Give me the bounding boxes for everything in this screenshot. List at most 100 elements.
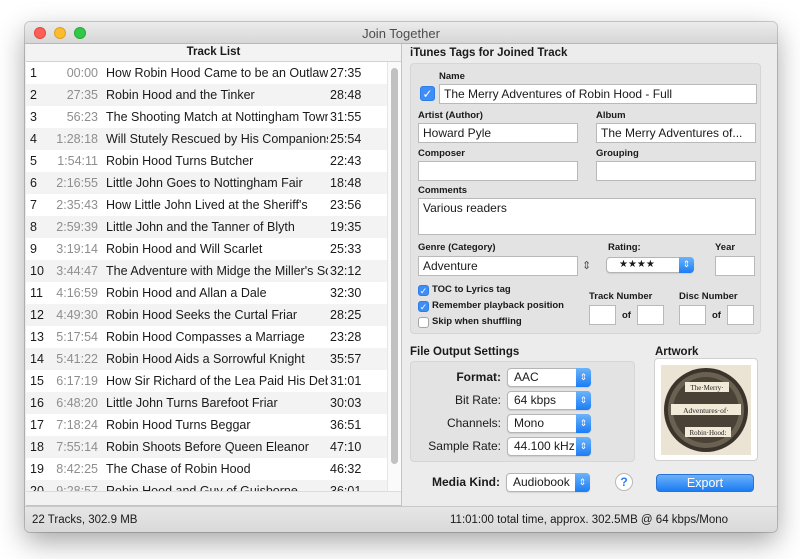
skip-shuffling-label[interactable]: Skip when shuffling (432, 316, 522, 327)
album-label: Album (596, 110, 626, 121)
track-row[interactable]: 13 5:17:54 Robin Hood Compasses a Marriage… (26, 326, 388, 348)
remember-position-label[interactable]: Remember playback position (432, 300, 564, 311)
vertical-scroll-thumb[interactable] (391, 68, 398, 464)
track-row[interactable]: 17 7:18:24 Robin Hood Turns Beggar 36:51 (26, 414, 388, 436)
track-number: 8 (30, 220, 37, 234)
track-number: 9 (30, 242, 37, 256)
title-bar: Join Together (25, 22, 777, 44)
track-list[interactable]: Track List 1 00:00 How Robin Hood Came to … (26, 44, 402, 506)
grouping-field[interactable] (596, 161, 756, 181)
track-row[interactable]: 6 2:16:55 Little John Goes to Nottingham F… (26, 172, 388, 194)
year-field[interactable] (715, 256, 755, 276)
name-checkbox[interactable]: ✓ (420, 86, 435, 101)
track-row[interactable]: 14 5:41:22 Robin Hood Aids a Sorrowful Kni… (26, 348, 388, 370)
track-row[interactable]: 19 8:42:25 The Chase of Robin Hood 46:32 (26, 458, 388, 480)
composer-field[interactable] (418, 161, 578, 181)
channels-label: Channels: (446, 416, 501, 430)
comments-field[interactable]: Various readers (418, 198, 756, 235)
rating-popup[interactable]: ★★★★ ⇕ (606, 257, 694, 273)
popup-arrows-icon: ⇕ (576, 391, 591, 410)
bitrate-label: Bit Rate: (454, 393, 501, 407)
genre-combo-field[interactable]: Adventure (418, 256, 578, 276)
track-number: 5 (30, 154, 37, 168)
export-button[interactable]: Export (656, 474, 754, 492)
disc-of-label: of (712, 310, 721, 321)
track-number: 15 (30, 374, 44, 388)
track-name: How Little John Lived at the Sheriff's (106, 198, 308, 212)
track-name: The Shooting Match at Nottingham Town (106, 110, 328, 124)
artwork-well[interactable]: The·Merry· Adventures·of· Robin·Hood: (654, 358, 758, 461)
disc-total-field[interactable] (727, 305, 754, 325)
remember-position-checkbox[interactable]: ✓ (418, 301, 429, 312)
skip-shuffling-checkbox[interactable] (418, 317, 429, 328)
track-number: 7 (30, 198, 37, 212)
track-name: Will Stutely Rescued by His Companions (106, 132, 328, 146)
track-start-time: 56:23 (66, 110, 98, 124)
track-start-time: 1:54:11 (57, 154, 98, 168)
bitrate-popup[interactable]: 64 kbps ⇕ (507, 391, 591, 410)
artist-label: Artist (Author) (418, 110, 483, 121)
track-row[interactable]: 12 4:49:30 Robin Hood Seeks the Curtal Fri… (26, 304, 388, 326)
itunes-tags-title: iTunes Tags for Joined Track (410, 47, 568, 59)
horizontal-scrollbar[interactable] (26, 491, 401, 505)
mediakind-popup[interactable]: Audiobook ⇕ (506, 473, 590, 492)
artwork-line1: The·Merry· (690, 384, 723, 392)
track-start-time: 2:16:55 (56, 176, 98, 190)
track-row[interactable]: 15 6:17:19 How Sir Richard of the Lea Paid… (26, 370, 388, 392)
track-start-time: 7:18:24 (56, 418, 98, 432)
format-popup[interactable]: AAC ⇕ (507, 368, 591, 387)
track-duration: 46:32 (330, 462, 362, 476)
comments-label: Comments (418, 185, 468, 196)
track-name: Robin Hood Aids a Sorrowful Knight (106, 352, 305, 366)
name-field[interactable]: The Merry Adventures of Robin Hood - Ful… (439, 84, 757, 104)
track-start-time: 3:19:14 (56, 242, 98, 256)
track-row[interactable]: 2 27:35 Robin Hood and the Tinker 28:48 (26, 84, 388, 106)
toc-label[interactable]: TOC to Lyrics tag (432, 284, 511, 295)
track-row[interactable]: 11 4:16:59 Robin Hood and Allan a Dale 32:3… (26, 282, 388, 304)
samplerate-popup[interactable]: 44.100 kHz ⇕ (507, 437, 591, 456)
track-number-field[interactable] (589, 305, 616, 325)
vertical-scrollbar[interactable] (387, 62, 401, 491)
artwork-line2: Adventures·of· (683, 406, 729, 415)
track-row[interactable]: 9 3:19:14 Robin Hood and Will Scarlet 25:33 (26, 238, 388, 260)
track-name: Robin Hood Turns Butcher (106, 154, 254, 168)
disc-number-field[interactable] (679, 305, 706, 325)
genre-stepper-icon[interactable]: ⇕ (582, 259, 591, 272)
track-start-time: 5:41:22 (56, 352, 98, 366)
mediakind-value: Audiobook (513, 475, 570, 489)
track-row[interactable]: 18 7:55:14 Robin Shoots Before Queen Elean… (26, 436, 388, 458)
track-row[interactable]: 5 1:54:11 Robin Hood Turns Butcher 22:43 (26, 150, 388, 172)
track-duration: 32:30 (330, 286, 362, 300)
name-label: Name (439, 71, 465, 82)
track-total-field[interactable] (637, 305, 664, 325)
track-number: 11 (30, 286, 43, 300)
track-row[interactable]: 8 2:59:39 Little John and the Tanner of Bl… (26, 216, 388, 238)
track-row[interactable]: 10 3:44:47 The Adventure with Midge the Mi… (26, 260, 388, 282)
album-field[interactable]: The Merry Adventures of... (596, 123, 756, 143)
track-duration: 27:35 (330, 66, 362, 80)
track-name: Robin Hood and the Tinker (106, 88, 255, 102)
track-row[interactable]: 4 1:28:18 Will Stutely Rescued by His Comp… (26, 128, 388, 150)
artist-field[interactable]: Howard Pyle (418, 123, 578, 143)
help-button[interactable]: ? (615, 473, 633, 491)
track-list-header[interactable]: Track List (26, 44, 401, 62)
track-start-time: 2:59:39 (56, 220, 98, 234)
checkmark-icon: ✓ (419, 302, 428, 312)
toc-checkbox[interactable]: ✓ (418, 285, 429, 296)
track-name: The Adventure with Midge the Miller's So… (106, 264, 328, 278)
track-row[interactable]: 3 56:23 The Shooting Match at Nottingham T… (26, 106, 388, 128)
track-duration: 32:12 (330, 264, 362, 278)
channels-popup[interactable]: Mono ⇕ (507, 414, 591, 433)
track-duration: 25:54 (330, 132, 362, 146)
track-number: 2 (30, 88, 37, 102)
track-row[interactable]: 16 6:48:20 Little John Turns Barefoot Fria… (26, 392, 388, 414)
track-name: Robin Hood Seeks the Curtal Friar (106, 308, 298, 322)
composer-label: Composer (418, 148, 465, 159)
artwork-title: Artwork (655, 346, 699, 358)
track-duration: 30:03 (330, 396, 362, 410)
track-row[interactable]: 1 00:00 How Robin Hood Came to be an Outla… (26, 62, 388, 84)
track-name: Robin Hood Compasses a Marriage (106, 330, 305, 344)
track-number: 13 (30, 330, 44, 344)
track-row[interactable]: 7 2:35:43 How Little John Lived at the She… (26, 194, 388, 216)
samplerate-label: Sample Rate: (428, 439, 501, 453)
